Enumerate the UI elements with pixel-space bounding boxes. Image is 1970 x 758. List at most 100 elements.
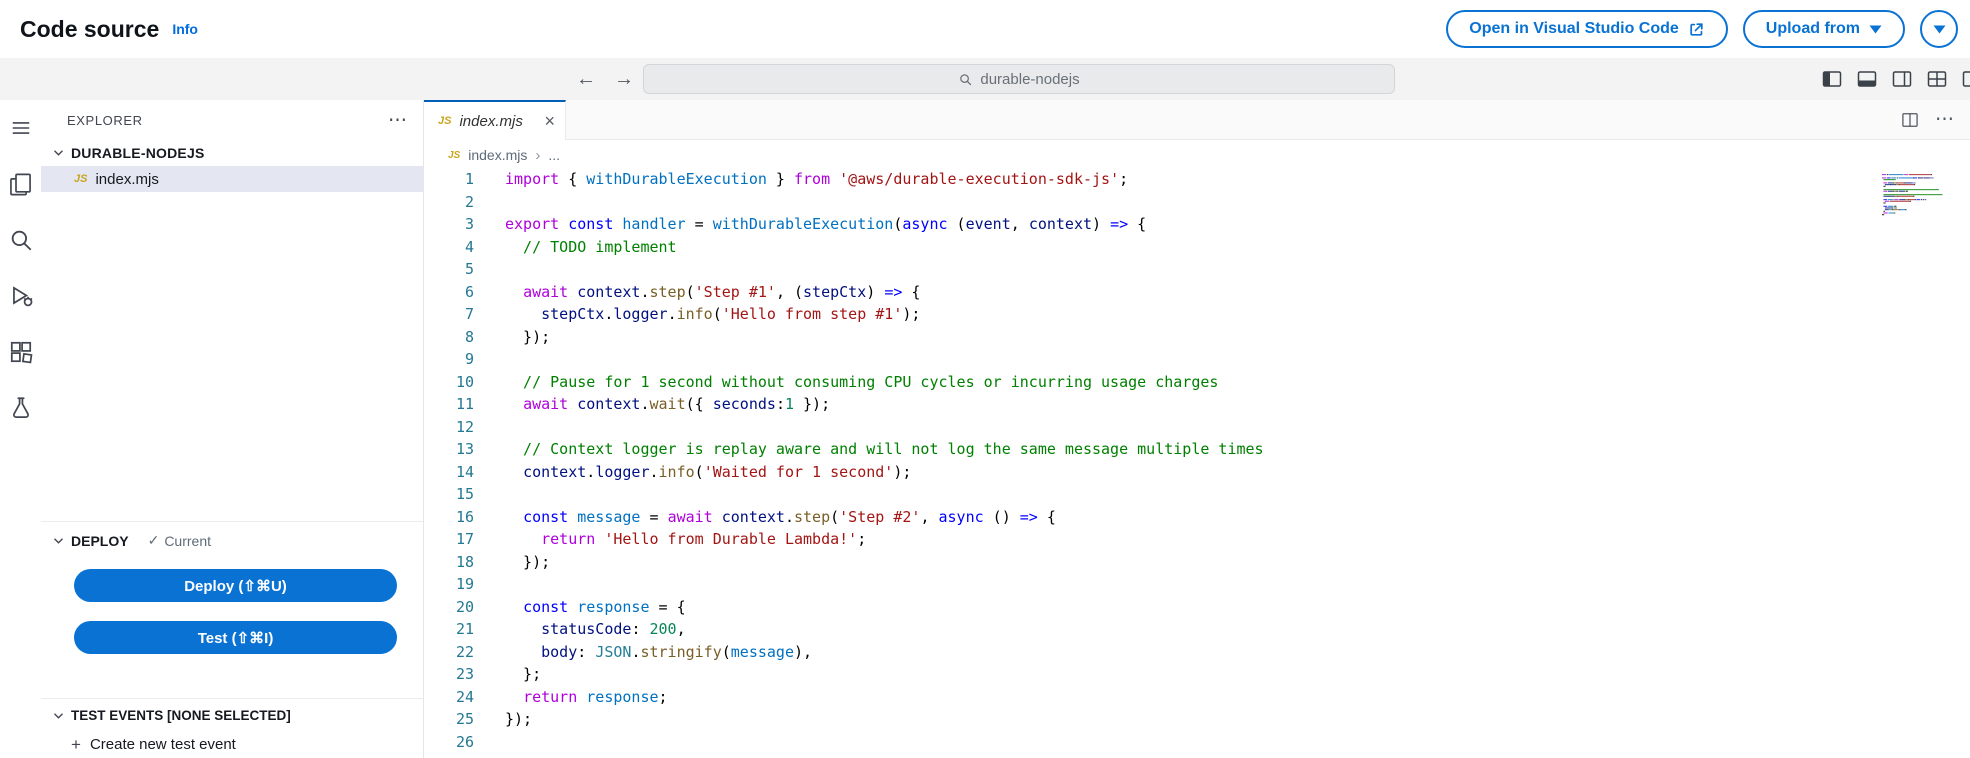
check-icon: ✓ bbox=[148, 532, 160, 549]
extensions-activity-button[interactable] bbox=[7, 338, 35, 366]
breadcrumb-file[interactable]: index.mjs bbox=[468, 147, 527, 163]
code-text: context.logger.info('Waited for 1 second… bbox=[474, 463, 911, 486]
code-line[interactable]: 20 const response = { bbox=[424, 598, 1970, 621]
code-text: }); bbox=[474, 328, 550, 351]
customize-layout-icon[interactable] bbox=[1925, 67, 1949, 91]
code-text: }; bbox=[474, 665, 541, 688]
search-activity-button[interactable] bbox=[7, 226, 35, 254]
editor-area: JS index.mjs × ⋯ JS index.mjs › ... 1i bbox=[424, 100, 1970, 758]
code-text: // Context logger is replay aware and wi… bbox=[474, 440, 1264, 463]
info-link[interactable]: Info bbox=[172, 21, 198, 37]
code-line[interactable]: 3export const handler = withDurableExecu… bbox=[424, 215, 1970, 238]
code-line[interactable]: 17 return 'Hello from Durable Lambda!'; bbox=[424, 530, 1970, 553]
test-button[interactable]: Test (⇧⌘I) bbox=[74, 621, 397, 654]
code-line[interactable]: 18 }); bbox=[424, 553, 1970, 576]
code-line[interactable]: 22 body: JSON.stringify(message), bbox=[424, 643, 1970, 666]
deploy-section-title: DEPLOY bbox=[71, 533, 129, 549]
line-number: 3 bbox=[424, 215, 474, 238]
more-header-actions-button[interactable] bbox=[1920, 10, 1958, 48]
test-events-title: TEST EVENTS [NONE SELECTED] bbox=[71, 708, 291, 723]
split-editor-icon[interactable] bbox=[1900, 110, 1920, 130]
test-events-header[interactable]: TEST EVENTS [NONE SELECTED] bbox=[41, 708, 423, 723]
code-line[interactable]: 19 bbox=[424, 575, 1970, 598]
code-line[interactable]: 21 statusCode: 200, bbox=[424, 620, 1970, 643]
code-line[interactable]: 12 bbox=[424, 418, 1970, 441]
line-number: 21 bbox=[424, 620, 474, 643]
test-lambda-activity-button[interactable] bbox=[7, 394, 35, 422]
code-text: // Pause for 1 second without consuming … bbox=[474, 373, 1218, 396]
code-line[interactable]: 25}); bbox=[424, 710, 1970, 733]
code-line[interactable]: 26 bbox=[424, 733, 1970, 756]
tab-bar: JS index.mjs × ⋯ bbox=[424, 100, 1970, 140]
tab-label: index.mjs bbox=[459, 113, 522, 130]
forward-button[interactable]: → bbox=[614, 68, 634, 91]
editor-more-actions[interactable]: ⋯ bbox=[1935, 110, 1954, 129]
line-number: 16 bbox=[424, 508, 474, 531]
project-root-label: DURABLE-NODEJS bbox=[71, 145, 204, 161]
code-line[interactable]: 7 stepCtx.logger.info('Hello from step #… bbox=[424, 305, 1970, 328]
run-debug-activity-button[interactable] bbox=[7, 282, 35, 310]
code-line[interactable]: 14 context.logger.info('Waited for 1 sec… bbox=[424, 463, 1970, 486]
command-center-search[interactable]: durable-nodejs bbox=[643, 64, 1395, 94]
toggle-secondary-sidebar-icon[interactable] bbox=[1890, 67, 1914, 91]
line-number: 1 bbox=[424, 170, 474, 193]
chevron-down-icon bbox=[53, 149, 64, 157]
line-number: 15 bbox=[424, 485, 474, 508]
explorer-title: EXPLORER bbox=[67, 113, 143, 128]
project-root-folder[interactable]: DURABLE-NODEJS bbox=[41, 140, 423, 166]
line-number: 5 bbox=[424, 260, 474, 283]
code-line[interactable]: 13 // Context logger is replay aware and… bbox=[424, 440, 1970, 463]
code-line[interactable]: 9 bbox=[424, 350, 1970, 373]
code-editor: 1import { withDurableExecution } from '@… bbox=[424, 170, 1970, 758]
test-events-section: TEST EVENTS [NONE SELECTED] + Create new… bbox=[41, 698, 423, 753]
code-line[interactable]: 4 // TODO implement bbox=[424, 238, 1970, 261]
explorer-panel: EXPLORER ⋯ DURABLE-NODEJS JS index.mjs D… bbox=[41, 100, 424, 758]
upload-from-button[interactable]: Upload from bbox=[1743, 10, 1905, 48]
code-text: return 'Hello from Durable Lambda!'; bbox=[474, 530, 866, 553]
toggle-primary-sidebar-icon[interactable] bbox=[1820, 67, 1844, 91]
caret-down-icon bbox=[1933, 25, 1946, 34]
line-number: 13 bbox=[424, 440, 474, 463]
code-line[interactable]: 10 // Pause for 1 second without consumi… bbox=[424, 373, 1970, 396]
menu-button[interactable] bbox=[7, 114, 35, 142]
code-line[interactable]: 24 return response; bbox=[424, 688, 1970, 711]
code-lines: 1import { withDurableExecution } from '@… bbox=[424, 170, 1970, 755]
deploy-status-label: Current bbox=[164, 533, 211, 549]
create-test-event-button[interactable]: + Create new test event bbox=[41, 736, 423, 753]
code-line[interactable]: 1import { withDurableExecution } from '@… bbox=[424, 170, 1970, 193]
breadcrumb-symbol[interactable]: ... bbox=[548, 147, 560, 163]
code-line[interactable]: 5 bbox=[424, 260, 1970, 283]
code-line[interactable]: 15 bbox=[424, 485, 1970, 508]
explorer-activity-button[interactable] bbox=[7, 170, 35, 198]
close-tab-icon[interactable]: × bbox=[544, 112, 555, 130]
code-line[interactable]: 16 const message = await context.step('S… bbox=[424, 508, 1970, 531]
deploy-section-header[interactable]: DEPLOY ✓ Current bbox=[41, 522, 423, 549]
clipped-toolbar-icon[interactable] bbox=[1960, 67, 1970, 91]
page-title: Code source bbox=[20, 16, 159, 43]
explorer-more-actions[interactable]: ⋯ bbox=[388, 111, 407, 130]
workbench: EXPLORER ⋯ DURABLE-NODEJS JS index.mjs D… bbox=[0, 100, 1970, 758]
line-number: 20 bbox=[424, 598, 474, 621]
open-in-vscode-label: Open in Visual Studio Code bbox=[1469, 20, 1679, 38]
toggle-panel-icon[interactable] bbox=[1855, 67, 1879, 91]
code-text: stepCtx.logger.info('Hello from step #1'… bbox=[474, 305, 920, 328]
deploy-button[interactable]: Deploy (⇧⌘U) bbox=[74, 569, 397, 602]
tab-index-mjs[interactable]: JS index.mjs × bbox=[424, 100, 566, 140]
back-button[interactable]: ← bbox=[576, 68, 596, 91]
plus-icon: + bbox=[71, 736, 81, 753]
code-line[interactable]: 8 }); bbox=[424, 328, 1970, 351]
activity-bar bbox=[0, 100, 41, 758]
code-line[interactable]: 2 bbox=[424, 193, 1970, 216]
search-icon bbox=[8, 227, 34, 253]
line-number: 25 bbox=[424, 710, 474, 733]
open-in-vscode-button[interactable]: Open in Visual Studio Code bbox=[1446, 10, 1728, 48]
minimap[interactable] bbox=[1882, 174, 1946, 218]
code-line[interactable]: 6 await context.step('Step #1', (stepCtx… bbox=[424, 283, 1970, 306]
code-line[interactable]: 11 await context.wait({ seconds:1 }); bbox=[424, 395, 1970, 418]
code-text: import { withDurableExecution } from '@a… bbox=[474, 170, 1128, 193]
file-item-index-mjs[interactable]: JS index.mjs bbox=[41, 166, 423, 192]
search-icon bbox=[958, 72, 973, 87]
code-line[interactable]: 23 }; bbox=[424, 665, 1970, 688]
caret-down-icon bbox=[1869, 25, 1882, 34]
line-number: 4 bbox=[424, 238, 474, 261]
